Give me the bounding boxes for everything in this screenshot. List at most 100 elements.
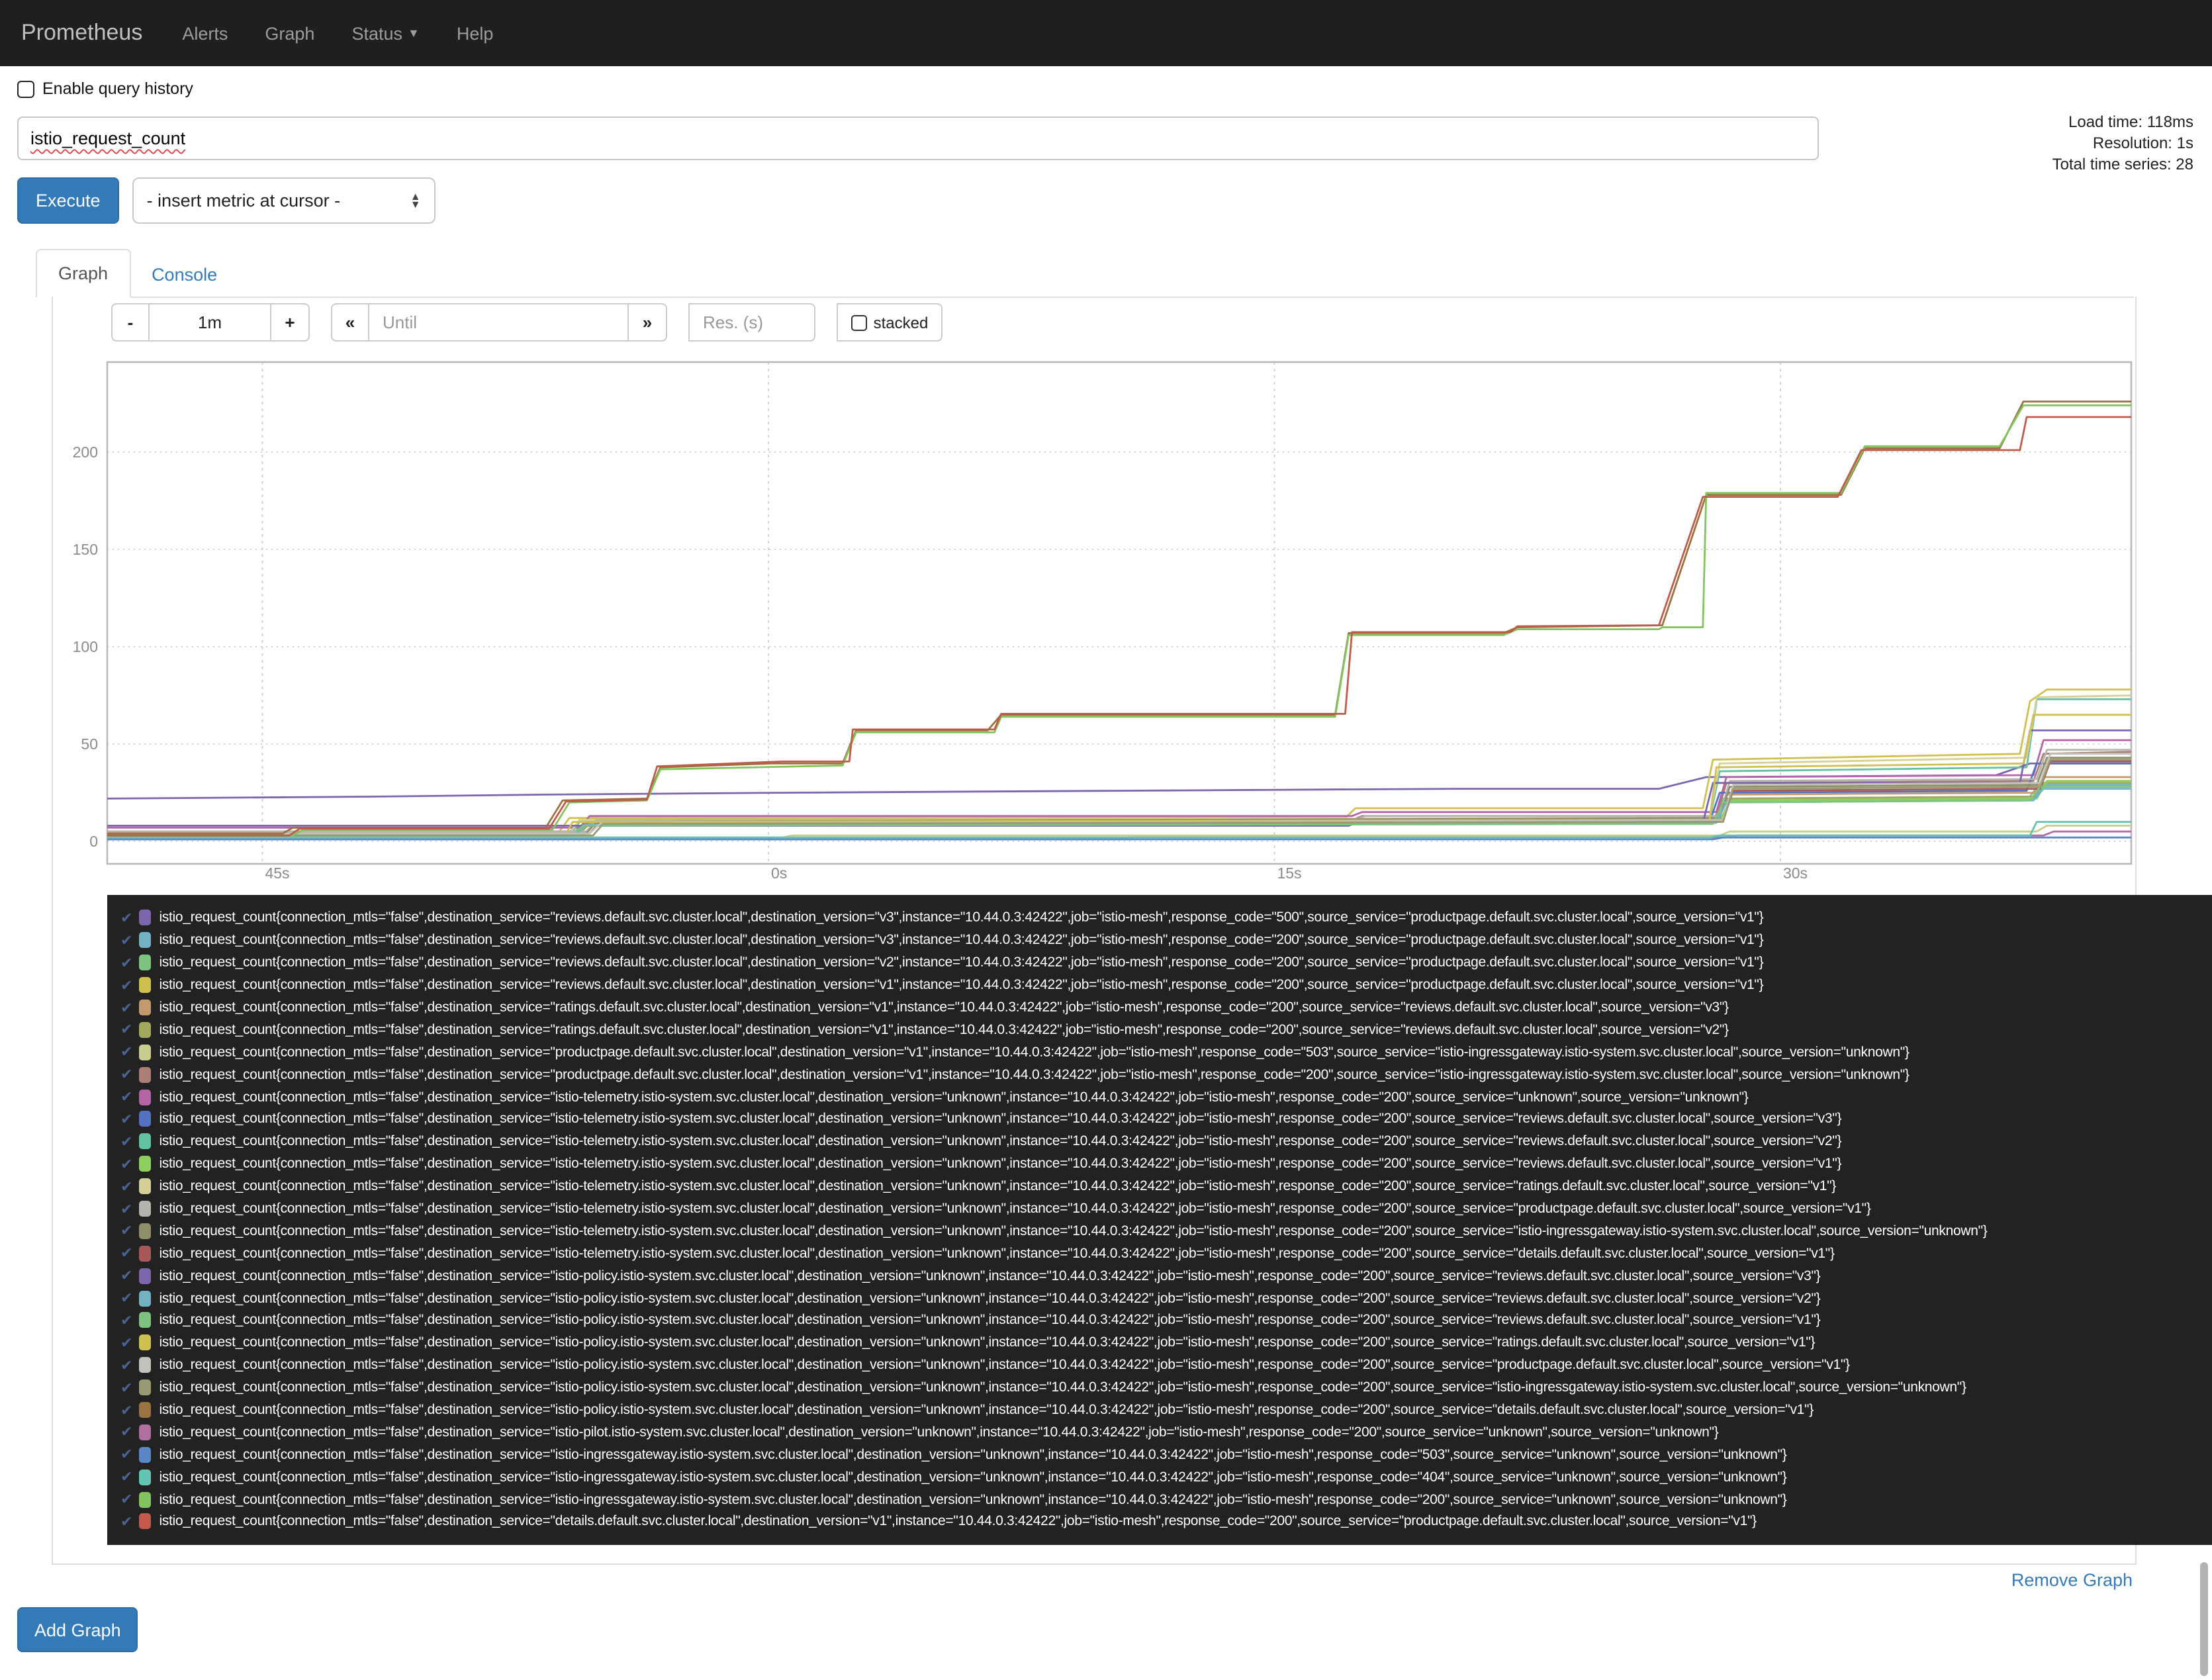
series-checkmark-icon[interactable]: ✔	[120, 976, 132, 994]
stacked-toggle[interactable]: stacked	[837, 303, 943, 342]
series-label: istio_request_count{connection_mtls="fal…	[159, 1513, 1757, 1530]
brand[interactable]: Prometheus	[0, 20, 163, 46]
series-checkmark-icon[interactable]: ✔	[120, 1446, 132, 1464]
remove-graph-link[interactable]: Remove Graph	[2011, 1570, 2133, 1590]
query-input[interactable]: istio_request_count	[17, 117, 1819, 160]
series-line	[107, 400, 2131, 835]
step-back-icon[interactable]: «	[331, 303, 369, 342]
series-checkmark-icon[interactable]: ✔	[120, 1066, 132, 1083]
legend-row[interactable]: ✔ istio_request_count{connection_mtls="fa…	[107, 1309, 2212, 1332]
legend-row[interactable]: ✔ istio_request_count{connection_mtls="fa…	[107, 1421, 2212, 1444]
legend-row[interactable]: ✔ istio_request_count{connection_mtls="fa…	[107, 952, 2212, 974]
series-color-swatch	[139, 1178, 152, 1195]
series-checkmark-icon[interactable]: ✔	[120, 1334, 132, 1352]
legend-row[interactable]: ✔ istio_request_count{connection_mtls="fa…	[107, 1131, 2212, 1153]
series-checkmark-icon[interactable]: ✔	[120, 1424, 132, 1441]
series-checkmark-icon[interactable]: ✔	[120, 1289, 132, 1307]
legend-row[interactable]: ✔ istio_request_count{connection_mtls="fa…	[107, 1332, 2212, 1354]
prometheus-app: Prometheus Alerts Graph Status ▼ Help Ena…	[0, 0, 2212, 1680]
series-checkmark-icon[interactable]: ✔	[120, 1200, 132, 1217]
series-checkmark-icon[interactable]: ✔	[120, 1245, 132, 1262]
tab-graph[interactable]: Graph	[36, 249, 131, 298]
legend-row[interactable]: ✔ istio_request_count{connection_mtls="fa…	[107, 1220, 2212, 1242]
y-tick-label: 100	[73, 638, 98, 655]
nav-item-help[interactable]: Help	[438, 0, 512, 66]
legend-row[interactable]: ✔ istio_request_count{connection_mtls="fa…	[107, 1511, 2212, 1533]
series-label: istio_request_count{connection_mtls="fal…	[159, 1223, 1988, 1239]
chevron-down-icon: ▼	[408, 26, 420, 40]
legend-row[interactable]: ✔ istio_request_count{connection_mtls="fa…	[107, 1197, 2212, 1220]
series-checkmark-icon[interactable]: ✔	[120, 1401, 132, 1419]
x-tick-label: 30s	[1783, 864, 1808, 882]
series-checkmark-icon[interactable]: ✔	[120, 1044, 132, 1061]
series-checkmark-icon[interactable]: ✔	[120, 1178, 132, 1195]
legend-row[interactable]: ✔ istio_request_count{connection_mtls="fa…	[107, 1108, 2212, 1131]
legend-row[interactable]: ✔ istio_request_count{connection_mtls="fa…	[107, 1376, 2212, 1399]
legend-row[interactable]: ✔ istio_request_count{connection_mtls="fa…	[107, 1444, 2212, 1466]
series-color-swatch	[139, 1111, 152, 1127]
range-decrease-button[interactable]: -	[111, 303, 150, 342]
series-checkmark-icon[interactable]: ✔	[120, 1491, 132, 1508]
insert-metric-select[interactable]: - insert metric at cursor - ▲ ▼	[132, 177, 436, 224]
until-input[interactable]: Until	[369, 303, 629, 342]
series-label: istio_request_count{connection_mtls="fal…	[159, 1312, 1821, 1329]
tab-console[interactable]: Console	[130, 252, 238, 298]
series-checkmark-icon[interactable]: ✔	[120, 999, 132, 1016]
time-series-chart[interactable]: 0 50 100 150 200 45s 0s 15s 30s	[53, 350, 2135, 882]
series-label: istio_request_count{connection_mtls="fal…	[159, 1268, 1821, 1284]
series-checkmark-icon[interactable]: ✔	[120, 954, 132, 971]
range-increase-button[interactable]: +	[271, 303, 310, 342]
legend-row[interactable]: ✔ istio_request_count{connection_mtls="fa…	[107, 974, 2212, 996]
series-color-swatch	[139, 1133, 152, 1150]
series-checkmark-icon[interactable]: ✔	[120, 1312, 132, 1329]
stacked-checkbox[interactable]	[851, 314, 867, 330]
navbar: Prometheus Alerts Graph Status ▼ Help	[0, 0, 2212, 66]
series-line	[107, 416, 2131, 837]
nav-item-alerts[interactable]: Alerts	[163, 0, 246, 66]
series-checkmark-icon[interactable]: ✔	[120, 932, 132, 949]
series-checkmark-icon[interactable]: ✔	[120, 1513, 132, 1530]
series-checkmark-icon[interactable]: ✔	[120, 1223, 132, 1240]
legend-row[interactable]: ✔ istio_request_count{connection_mtls="fa…	[107, 1399, 2212, 1421]
legend-row[interactable]: ✔ istio_request_count{connection_mtls="fa…	[107, 1041, 2212, 1064]
series-label: istio_request_count{connection_mtls="fal…	[159, 1000, 1729, 1015]
execute-button[interactable]: Execute	[17, 177, 119, 224]
legend-row[interactable]: ✔ istio_request_count{connection_mtls="fa…	[107, 1086, 2212, 1108]
query-history-checkbox[interactable]	[17, 80, 34, 97]
series-checkmark-icon[interactable]: ✔	[120, 1021, 132, 1039]
legend-row[interactable]: ✔ istio_request_count{connection_mtls="fa…	[107, 929, 2212, 952]
legend-row[interactable]: ✔ istio_request_count{connection_mtls="fa…	[107, 1063, 2212, 1086]
scrollbar-thumb[interactable]	[2200, 1562, 2208, 1676]
y-tick-label: 50	[81, 735, 98, 753]
range-input[interactable]: 1m	[150, 303, 271, 342]
legend-row[interactable]: ✔ istio_request_count{connection_mtls="fa…	[107, 1242, 2212, 1265]
series-checkmark-icon[interactable]: ✔	[120, 1133, 132, 1150]
series-color-swatch	[139, 1379, 152, 1396]
legend-row[interactable]: ✔ istio_request_count{connection_mtls="fa…	[107, 1019, 2212, 1041]
legend-row[interactable]: ✔ istio_request_count{connection_mtls="fa…	[107, 1287, 2212, 1309]
legend-row[interactable]: ✔ istio_request_count{connection_mtls="fa…	[107, 1265, 2212, 1287]
series-checkmark-icon[interactable]: ✔	[120, 1468, 132, 1485]
legend-row[interactable]: ✔ istio_request_count{connection_mtls="fa…	[107, 1466, 2212, 1489]
resolution-input[interactable]: Res. (s)	[688, 303, 815, 342]
stacked-group: stacked	[837, 303, 943, 342]
legend-row[interactable]: ✔ istio_request_count{connection_mtls="fa…	[107, 996, 2212, 1019]
series-checkmark-icon[interactable]: ✔	[120, 1088, 132, 1105]
series-checkmark-icon[interactable]: ✔	[120, 1111, 132, 1128]
series-color-swatch	[139, 1334, 152, 1351]
series-checkmark-icon[interactable]: ✔	[120, 910, 132, 927]
legend-row[interactable]: ✔ istio_request_count{connection_mtls="fa…	[107, 1354, 2212, 1377]
series-checkmark-icon[interactable]: ✔	[120, 1357, 132, 1374]
legend-row[interactable]: ✔ istio_request_count{connection_mtls="fa…	[107, 1488, 2212, 1511]
add-graph-button[interactable]: Add Graph	[17, 1607, 138, 1652]
legend-row[interactable]: ✔ istio_request_count{connection_mtls="fa…	[107, 1175, 2212, 1197]
series-checkmark-icon[interactable]: ✔	[120, 1379, 132, 1396]
query-history-toggle[interactable]: Enable query history	[17, 79, 193, 98]
series-checkmark-icon[interactable]: ✔	[120, 1155, 132, 1172]
step-forward-icon[interactable]: »	[629, 303, 667, 342]
legend-row[interactable]: ✔ istio_request_count{connection_mtls="fa…	[107, 907, 2212, 929]
nav-item-status[interactable]: Status ▼	[333, 0, 438, 66]
legend-row[interactable]: ✔ istio_request_count{connection_mtls="fa…	[107, 1153, 2212, 1176]
series-checkmark-icon[interactable]: ✔	[120, 1267, 132, 1284]
nav-item-graph[interactable]: Graph	[246, 0, 333, 66]
